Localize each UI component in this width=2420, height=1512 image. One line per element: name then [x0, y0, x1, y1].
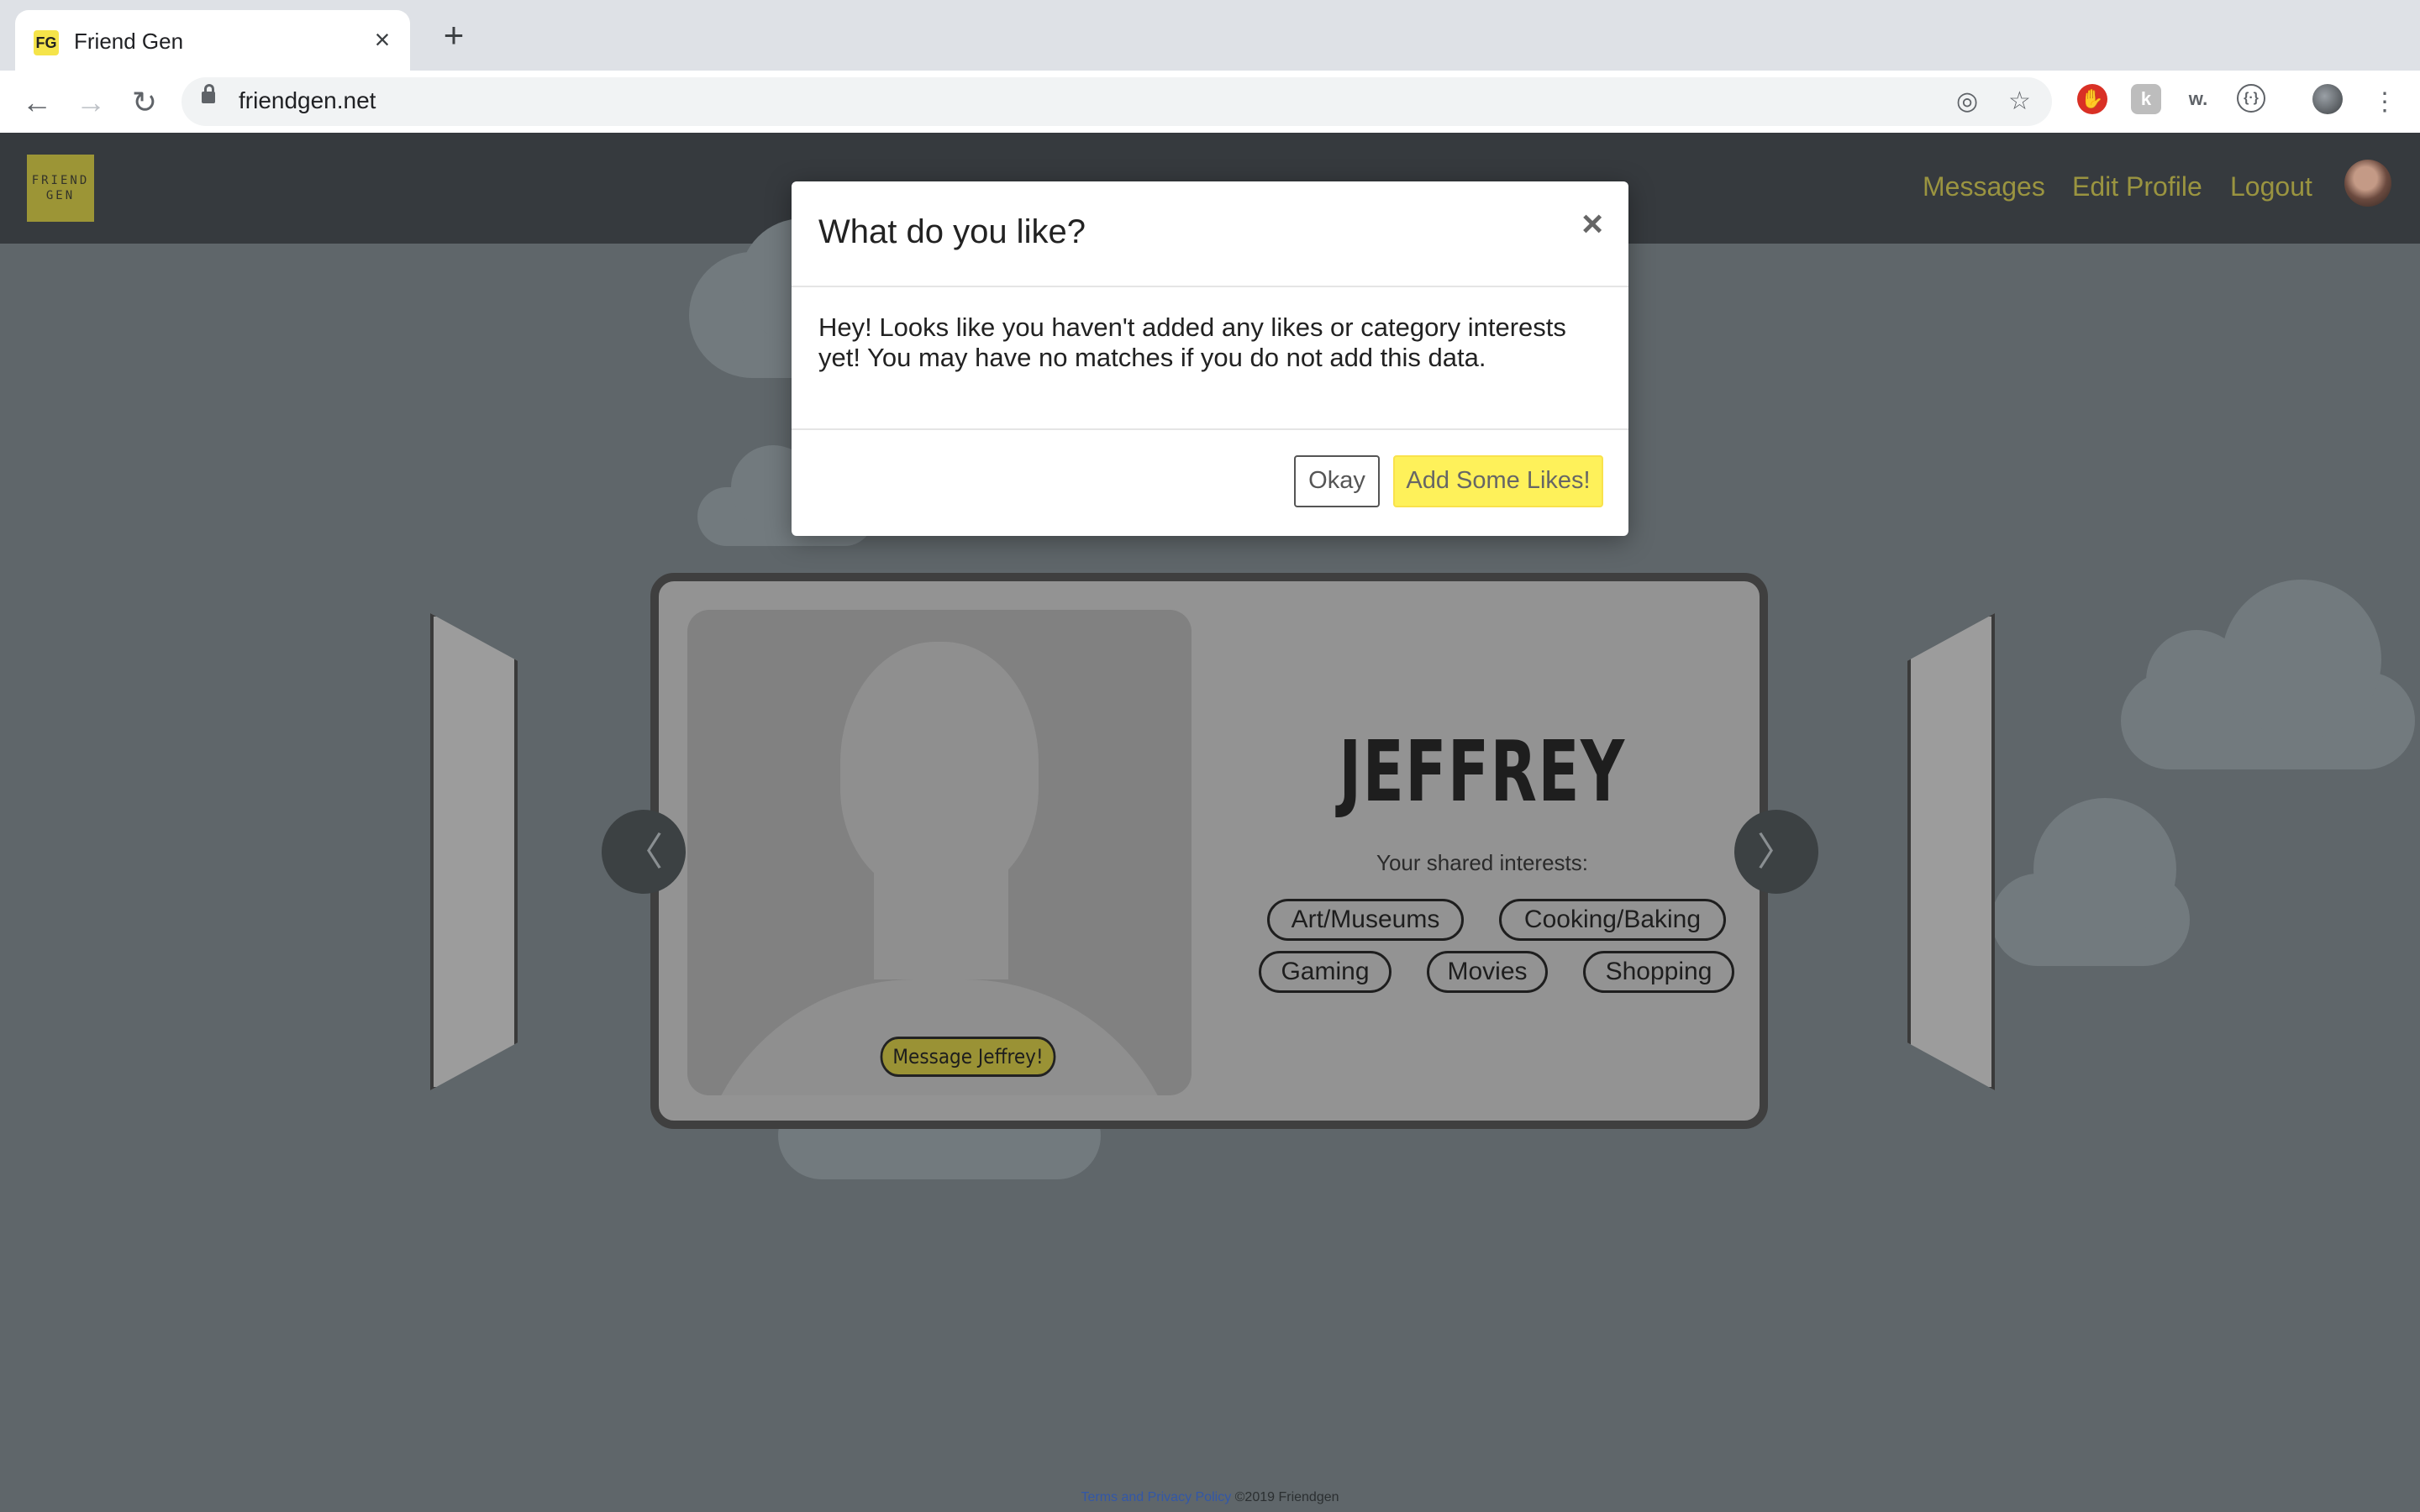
- likes-modal: What do you like? × Hey! Looks like you …: [792, 181, 1628, 536]
- profile-photo-placeholder: Message Jeffrey!: [687, 610, 1192, 1095]
- carousel-prev-button[interactable]: 〈: [602, 810, 686, 894]
- carousel-side-card-left[interactable]: [430, 613, 518, 1090]
- profile-card: Message Jeffrey! JEFFREY Your shared int…: [650, 573, 1768, 1129]
- lock-icon: [202, 84, 215, 103]
- friendgen-logo[interactable]: FRIEND GEN: [27, 155, 94, 222]
- nav-messages-link[interactable]: Messages: [1923, 171, 2045, 202]
- browser-tab-bar: FG Friend Gen × +: [0, 0, 2420, 71]
- address-bar[interactable]: friendgen.net ◎ ☆: [182, 77, 2052, 126]
- interest-tag: Movies: [1427, 951, 1548, 993]
- carousel-side-card-right[interactable]: [1907, 613, 1995, 1090]
- nav-logout-link[interactable]: Logout: [2230, 171, 2312, 202]
- message-profile-button[interactable]: Message Jeffrey!: [880, 1037, 1056, 1077]
- modal-title: What do you like?: [818, 213, 1086, 250]
- logo-line-1: FRIEND: [31, 174, 90, 187]
- new-tab-icon[interactable]: +: [437, 18, 471, 53]
- nav-edit-profile-link[interactable]: Edit Profile: [2072, 171, 2202, 202]
- reload-icon[interactable]: ↻: [128, 86, 161, 119]
- extension-icon[interactable]: k: [2131, 84, 2161, 114]
- adblock-extension-icon[interactable]: ✋: [2077, 84, 2107, 114]
- code-extension-icon[interactable]: {·}: [2237, 84, 2265, 113]
- terms-privacy-link[interactable]: Terms and Privacy Policy: [1081, 1490, 1231, 1504]
- add-likes-button[interactable]: Add Some Likes!: [1393, 455, 1603, 507]
- url-text: friendgen.net: [239, 87, 376, 113]
- modal-body-text: Hey! Looks like you haven't added any li…: [818, 312, 1566, 372]
- user-avatar[interactable]: [2344, 160, 2391, 207]
- tab-title: Friend Gen: [74, 29, 184, 54]
- interest-tag: Gaming: [1259, 951, 1392, 993]
- page-footer: Terms and Privacy Policy ©2019 Friendgen: [0, 1490, 2420, 1505]
- profile-name: JEFFREY: [1339, 722, 1626, 821]
- interest-tag: Cooking/Baking: [1499, 899, 1726, 941]
- menu-kebab-icon[interactable]: ⋮: [2368, 86, 2402, 119]
- carousel-next-button[interactable]: 〉: [1734, 810, 1818, 894]
- silhouette-head: [840, 642, 1039, 894]
- browser-toolbar: ← → ↻ friendgen.net ◎ ☆ ✋ k w. {·} ⋮: [0, 71, 2420, 134]
- location-icon[interactable]: ◎: [1956, 87, 1978, 116]
- copyright-text: ©2019 Friendgen: [1234, 1490, 1339, 1504]
- profile-avatar-icon[interactable]: [2312, 84, 2343, 114]
- logo-line-2: GEN: [45, 189, 76, 202]
- forward-icon[interactable]: →: [74, 86, 108, 119]
- modal-header: What do you like? ×: [792, 181, 1628, 287]
- tab-close-icon[interactable]: ×: [366, 24, 398, 55]
- shared-interests-label: Your shared interests:: [1376, 850, 1588, 875]
- bookmark-star-icon[interactable]: ☆: [2008, 87, 2031, 116]
- silhouette-neck: [874, 862, 1008, 979]
- back-icon[interactable]: ←: [20, 86, 54, 119]
- favicon-icon: FG: [34, 30, 59, 55]
- wordtune-extension-icon[interactable]: w.: [2183, 84, 2213, 114]
- interest-tag: Art/Museums: [1267, 899, 1464, 941]
- modal-close-icon[interactable]: ×: [1581, 203, 1603, 245]
- browser-tab[interactable]: FG Friend Gen ×: [15, 10, 410, 71]
- okay-button[interactable]: Okay: [1294, 455, 1380, 507]
- modal-footer: Okay Add Some Likes!: [792, 428, 1628, 538]
- cloud-decoration: [2121, 580, 2415, 769]
- cloud-decoration: [1991, 798, 2190, 966]
- interest-tag: Shopping: [1583, 951, 1734, 993]
